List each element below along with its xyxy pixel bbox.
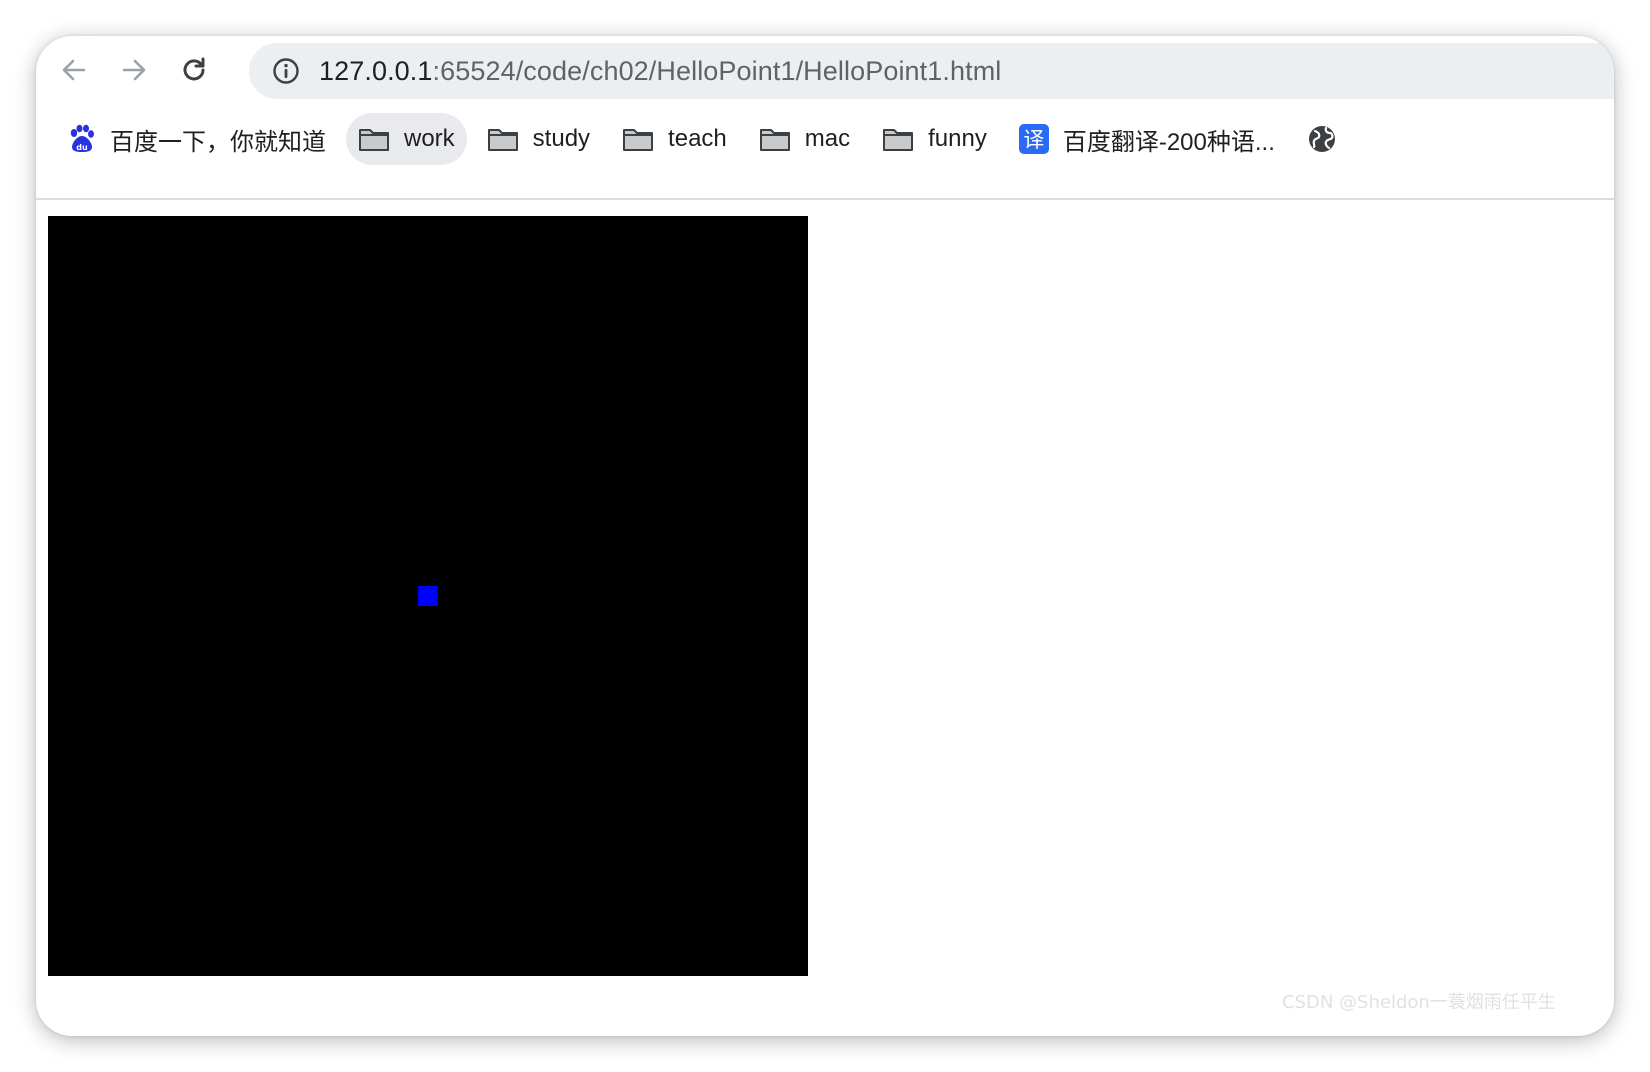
folder-icon xyxy=(882,126,914,152)
bookmark-folder-teach[interactable]: teach xyxy=(610,113,739,165)
folder-icon xyxy=(358,126,390,152)
globe-icon xyxy=(1307,124,1337,154)
webgl-canvas[interactable] xyxy=(48,216,808,976)
back-button[interactable] xyxy=(54,50,94,90)
info-icon[interactable] xyxy=(271,56,301,86)
bookmarks-bar: du 百度一下，你就知道 work study teach mac funny … xyxy=(36,108,1614,170)
bookmark-label: teach xyxy=(668,125,727,152)
arrow-right-icon xyxy=(120,56,148,84)
reload-button[interactable] xyxy=(174,50,214,90)
arrow-left-icon xyxy=(60,56,88,84)
bookmark-folder-mac[interactable]: mac xyxy=(747,113,862,165)
bookmark-label: funny xyxy=(928,125,987,152)
url-text[interactable]: 127.0.0.1:65524/code/ch02/HelloPoint1/He… xyxy=(319,56,1001,87)
baidu-paw-icon: du xyxy=(68,124,96,154)
forward-button[interactable] xyxy=(114,50,154,90)
bookmark-baidu[interactable]: du 百度一下，你就知道 xyxy=(56,113,338,165)
bookmark-label: mac xyxy=(804,125,851,152)
bookmark-label: work xyxy=(404,125,455,152)
translate-icon: 译 xyxy=(1018,124,1049,154)
bookmark-baidu-translate[interactable]: 译 百度翻译-200种语... xyxy=(1007,113,1287,165)
bookmark-folder-study[interactable]: study xyxy=(475,113,602,165)
folder-icon xyxy=(622,126,654,152)
browser-toolbar: 127.0.0.1:65524/code/ch02/HelloPoint1/He… xyxy=(36,36,1614,102)
url-host: 127.0.0.1 xyxy=(319,55,433,86)
folder-icon xyxy=(487,126,519,152)
reload-icon xyxy=(179,55,209,85)
address-bar[interactable]: 127.0.0.1:65524/code/ch02/HelloPoint1/He… xyxy=(249,43,1614,99)
translate-glyph: 译 xyxy=(1018,124,1049,154)
page-content xyxy=(36,200,1614,1036)
url-path: :65524/code/ch02/HelloPoint1/HelloPoint1… xyxy=(432,55,1002,86)
bookmark-label: study xyxy=(532,125,591,152)
bookmark-folder-work[interactable]: work xyxy=(346,113,467,165)
folder-icon xyxy=(759,126,791,152)
browser-window: 127.0.0.1:65524/code/ch02/HelloPoint1/He… xyxy=(36,36,1614,1036)
svg-text:du: du xyxy=(76,143,88,152)
blue-point xyxy=(418,586,438,606)
bookmark-label: 百度一下，你就知道 xyxy=(110,128,326,156)
bookmark-folder-funny[interactable]: funny xyxy=(870,113,999,165)
bookmark-label: 百度翻译-200种语... xyxy=(1062,128,1275,156)
watermark-text: CSDN @Sheldon一蓑烟雨任平生 xyxy=(1282,992,1556,1013)
bookmark-globe[interactable] xyxy=(1295,113,1349,165)
